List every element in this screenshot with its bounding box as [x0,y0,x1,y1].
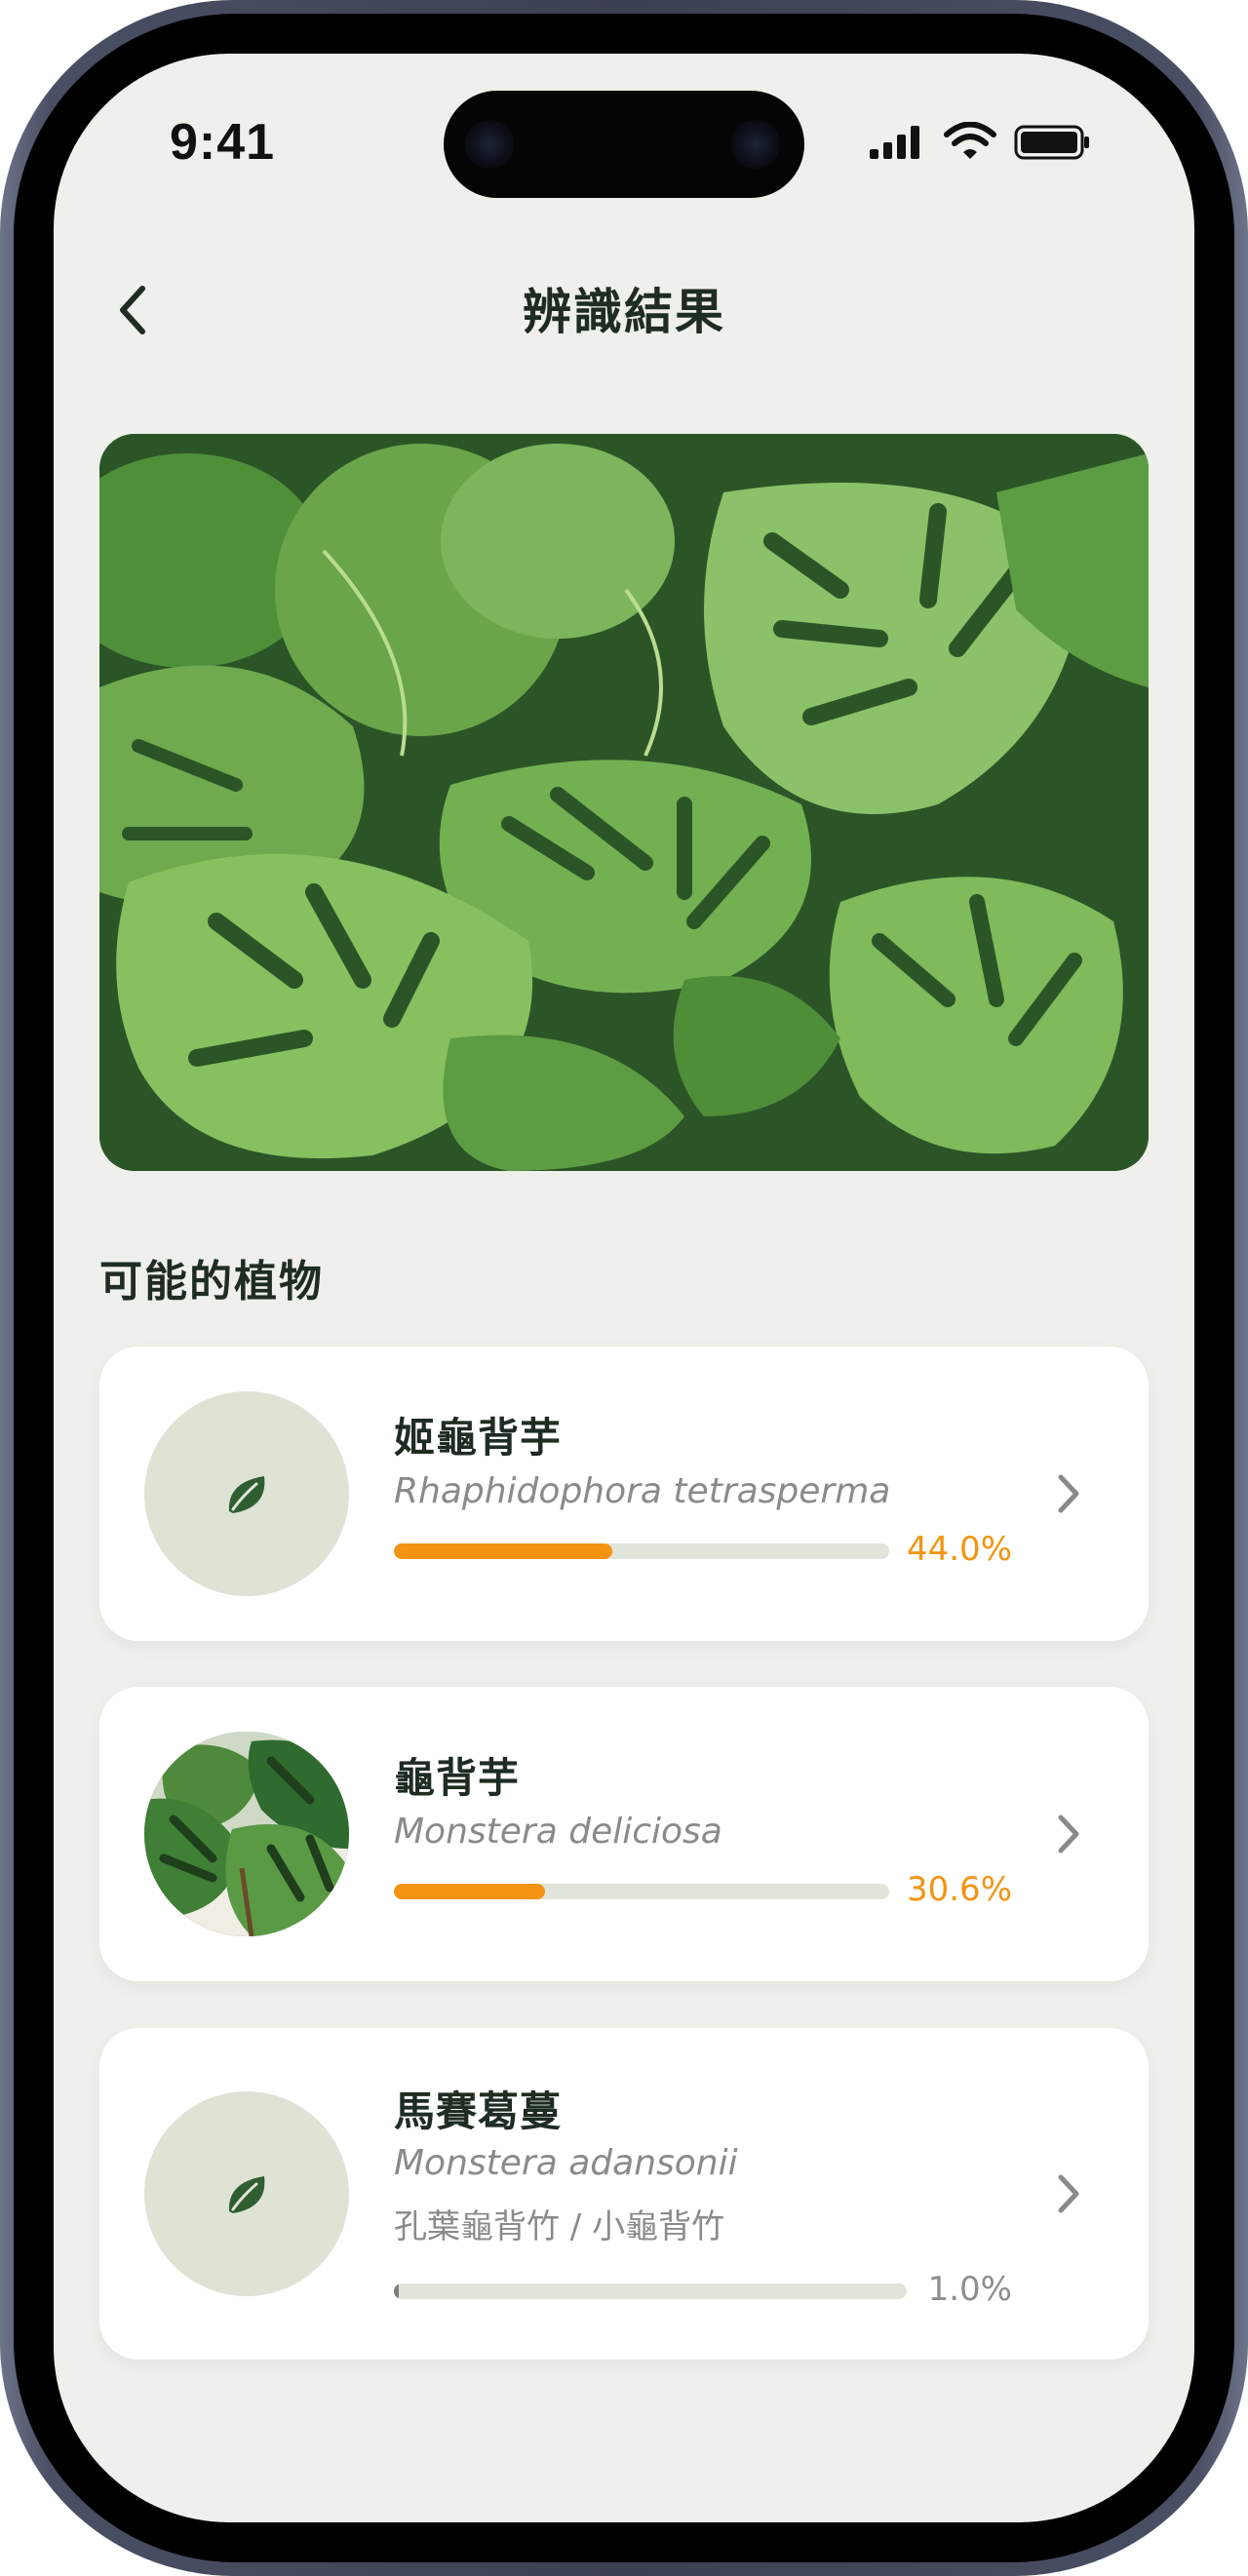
scientific-name: Monstera adansonii [394,2143,738,2183]
result-thumbnail [144,1391,349,1596]
chevron-left-icon [120,286,145,334]
page-title: 辨識結果 [523,284,725,340]
confidence-bar [394,2283,907,2299]
section-title: 可能的植物 [99,1257,324,1307]
confidence-label: 44.0% [906,1530,1012,1569]
status-time: 9:41 [169,114,276,171]
plant-name: 馬賽葛蔓 [394,2088,563,2135]
result-card[interactable]: 姬龜背芋 Rhaphidophora tetrasperma 44.0% [99,1347,1149,1641]
leaf-icon [228,1476,265,1513]
scientific-name: Monstera deliciosa [394,1812,722,1852]
monstera-photo [144,1732,349,1936]
sensor-icon [731,120,780,169]
result-thumbnail [144,1732,349,1936]
plant-photo [99,434,1149,1171]
confidence-fill [394,1543,612,1559]
dynamic-island [444,91,804,198]
confidence-label: 1.0% [927,2270,1012,2309]
chevron-right-icon [1058,1815,1079,1854]
confidence-fill [394,2283,400,2299]
confidence-bar [394,1884,889,1899]
back-button[interactable] [98,271,166,349]
confidence-bar [394,1543,889,1559]
leaf-icon [228,2176,265,2213]
chevron-right-icon [1058,1474,1079,1513]
plant-name: 龜背芋 [394,1754,521,1802]
plant-name: 姬龜背芋 [394,1414,563,1462]
result-card[interactable]: 馬賽葛蔓 Monstera adansonii 孔葉龜背竹 / 小龜背竹 1.0… [99,2028,1149,2360]
cellular-signal-icon [870,126,919,159]
phone-screen: 9:41 辨識結果 可能的植物 姬龜背芋 Rhaphidophora tetra… [54,54,1194,2522]
result-card[interactable]: 龜背芋 Monstera deliciosa 30.6% [99,1687,1149,1981]
wifi-icon [944,122,996,159]
battery-icon [1014,125,1089,160]
confidence-fill [394,1884,546,1899]
scientific-name: Rhaphidophora tetrasperma [394,1471,891,1511]
confidence-label: 30.6% [906,1870,1012,1909]
plant-alias: 孔葉龜背竹 / 小龜背竹 [394,2207,725,2246]
chevron-right-icon [1058,2174,1079,2213]
monstera-leaves-illustration [99,434,1149,1171]
result-thumbnail [144,2091,349,2296]
camera-icon [465,120,514,169]
